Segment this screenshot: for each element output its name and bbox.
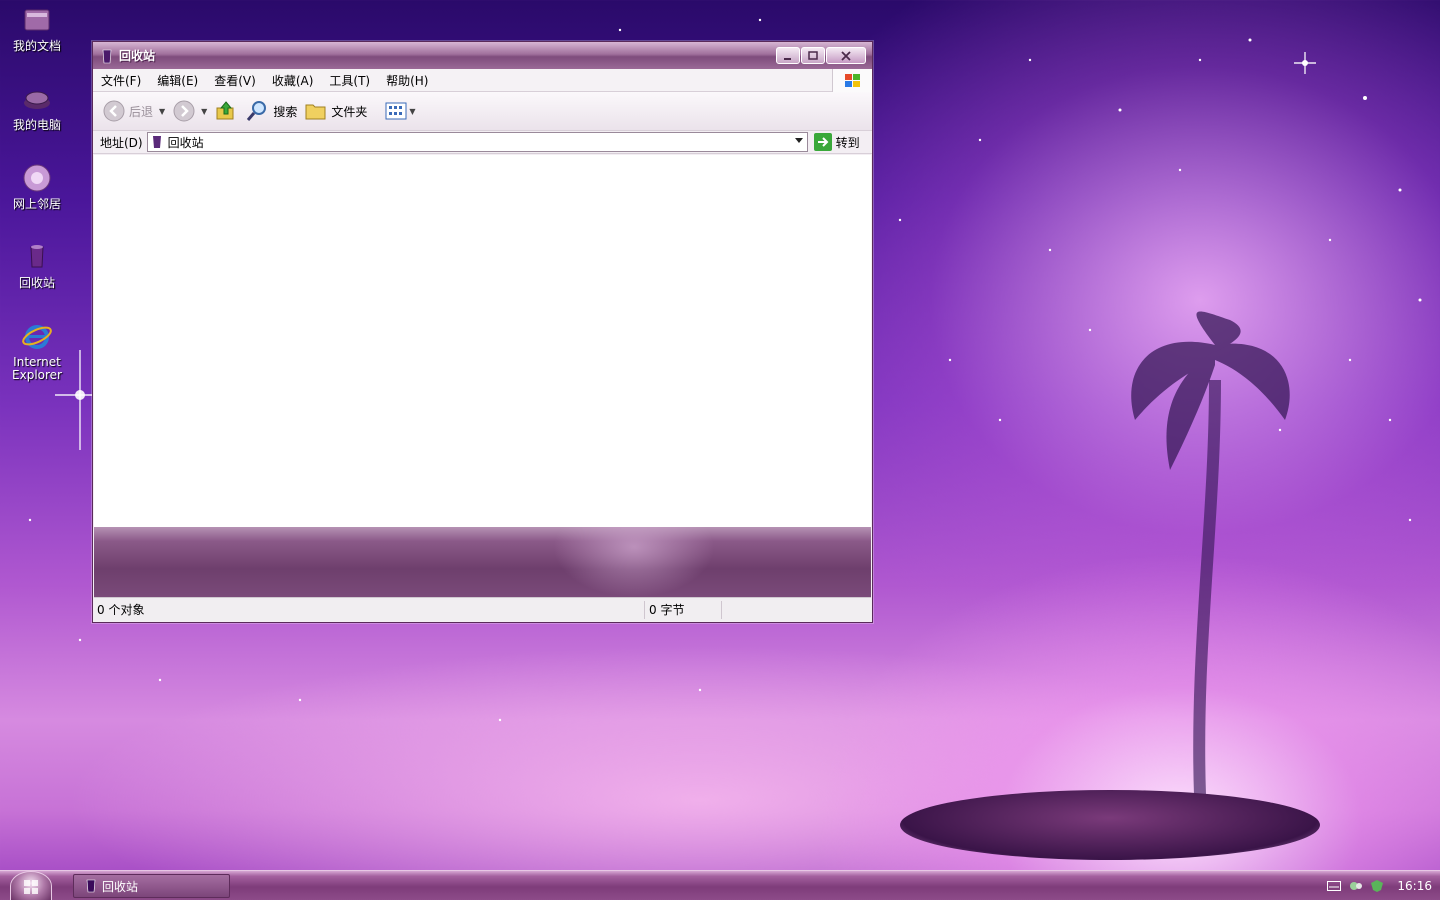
status-bar: 0 个对象 0 字节 (94, 597, 871, 621)
chevron-down-icon[interactable] (794, 138, 803, 143)
recycle-bin-icon (152, 136, 161, 148)
address-bar: 地址(D) 回收站 转到 (93, 131, 872, 154)
security-shield-icon[interactable] (1371, 880, 1384, 892)
network-globe-icon (23, 164, 51, 192)
folder-documents-icon (24, 9, 50, 31)
go-arrow-icon (813, 133, 832, 151)
menu-favorites[interactable]: 收藏(A) (272, 72, 314, 89)
menu-view[interactable]: 查看(V) (214, 72, 256, 89)
up-folder-icon (216, 101, 234, 120)
views-button[interactable]: ▼ (385, 102, 416, 120)
island-silhouette (900, 790, 1320, 860)
computer-icon (24, 91, 50, 109)
recycle-bin-icon (86, 879, 96, 893)
keyboard-icon[interactable] (1327, 881, 1342, 891)
back-label: 后退 (129, 104, 154, 119)
address-value: 回收站 (167, 135, 204, 150)
views-grid-icon (385, 102, 407, 120)
folder-icon (305, 104, 326, 120)
maximize-icon (808, 50, 818, 60)
file-list-area[interactable] (94, 155, 871, 527)
standard-toolbar: 后退 ▼ ▼ 搜索 文件夹 ▼ (93, 92, 872, 131)
menu-edit[interactable]: 编辑(E) (157, 72, 198, 89)
recycle-bin-icon (30, 245, 44, 268)
window-title: 回收站 (119, 49, 156, 63)
internet-explorer-icon (22, 325, 52, 349)
recycle-bin-icon (102, 49, 112, 63)
up-folder-button[interactable] (215, 100, 237, 122)
decorative-band (94, 527, 871, 597)
folders-button[interactable]: 文件夹 (305, 101, 367, 121)
desktop-icon-internet-explorer[interactable]: Internet Explorer (6, 320, 68, 382)
taskbar-clock[interactable]: 16:16 (1397, 879, 1432, 893)
taskbar-button-label: 回收站 (102, 879, 139, 894)
desktop-icon-label: Internet Explorer (12, 355, 62, 382)
desktop-icon-label: 我的文档 (12, 39, 61, 53)
chevron-down-icon[interactable]: ▼ (409, 107, 415, 116)
desktop-icon-label: 我的电脑 (12, 118, 61, 132)
start-button[interactable] (10, 871, 52, 900)
minimize-button[interactable] (776, 47, 800, 64)
taskbar: 回收站 16:16 (0, 870, 1440, 900)
folders-label: 文件夹 (331, 104, 368, 119)
desktop-icon-my-documents[interactable]: 我的文档 (6, 4, 68, 53)
forward-arrow-icon (173, 100, 195, 122)
taskbar-button-recycle-bin[interactable]: 回收站 (73, 874, 230, 898)
maximize-button[interactable] (801, 47, 825, 64)
search-button[interactable]: 搜索 (245, 99, 297, 123)
network-status-icon[interactable] (1349, 880, 1363, 892)
desktop-icon-my-computer[interactable]: 我的电脑 (6, 83, 68, 132)
windows-logo-icon (832, 69, 872, 92)
desktop-icon-network[interactable]: 网上邻居 (6, 162, 68, 211)
search-icon (247, 101, 267, 121)
minimize-icon (784, 57, 791, 60)
desktop-icon-label: 网上邻居 (12, 197, 61, 211)
menu-file[interactable]: 文件(F) (101, 72, 141, 89)
address-input[interactable]: 回收站 (146, 132, 808, 152)
menu-bar: 文件(F) 编辑(E) 查看(V) 收藏(A) 工具(T) 帮助(H) (93, 69, 872, 92)
status-size: 0 字节 (645, 600, 722, 619)
menu-help[interactable]: 帮助(H) (386, 72, 428, 89)
desktop-icon-recycle-bin[interactable]: 回收站 (6, 241, 68, 290)
system-tray: 16:16 (1320, 871, 1440, 900)
back-button[interactable]: 后退 ▼ (103, 100, 165, 122)
menu-tools[interactable]: 工具(T) (329, 72, 370, 89)
chevron-down-icon[interactable]: ▼ (159, 107, 165, 116)
close-button[interactable] (826, 47, 866, 64)
search-label: 搜索 (273, 104, 298, 119)
window-titlebar[interactable]: 回收站 (93, 42, 872, 69)
go-button[interactable]: 转到 (813, 133, 860, 151)
back-arrow-icon (103, 100, 125, 122)
address-label: 地址(D) (100, 135, 143, 150)
close-icon (841, 50, 851, 61)
windows-logo-icon (24, 880, 38, 894)
forward-button[interactable]: ▼ (173, 100, 207, 122)
desktop-icon-label: 回收站 (18, 276, 55, 290)
go-label: 转到 (835, 135, 860, 150)
recycle-bin-window: 回收站 文件(F) 编辑(E) 查看(V) 收藏(A) 工具(T) 帮助(H) (92, 41, 873, 623)
status-object-count: 0 个对象 (94, 600, 645, 619)
chevron-down-icon[interactable]: ▼ (201, 107, 207, 116)
